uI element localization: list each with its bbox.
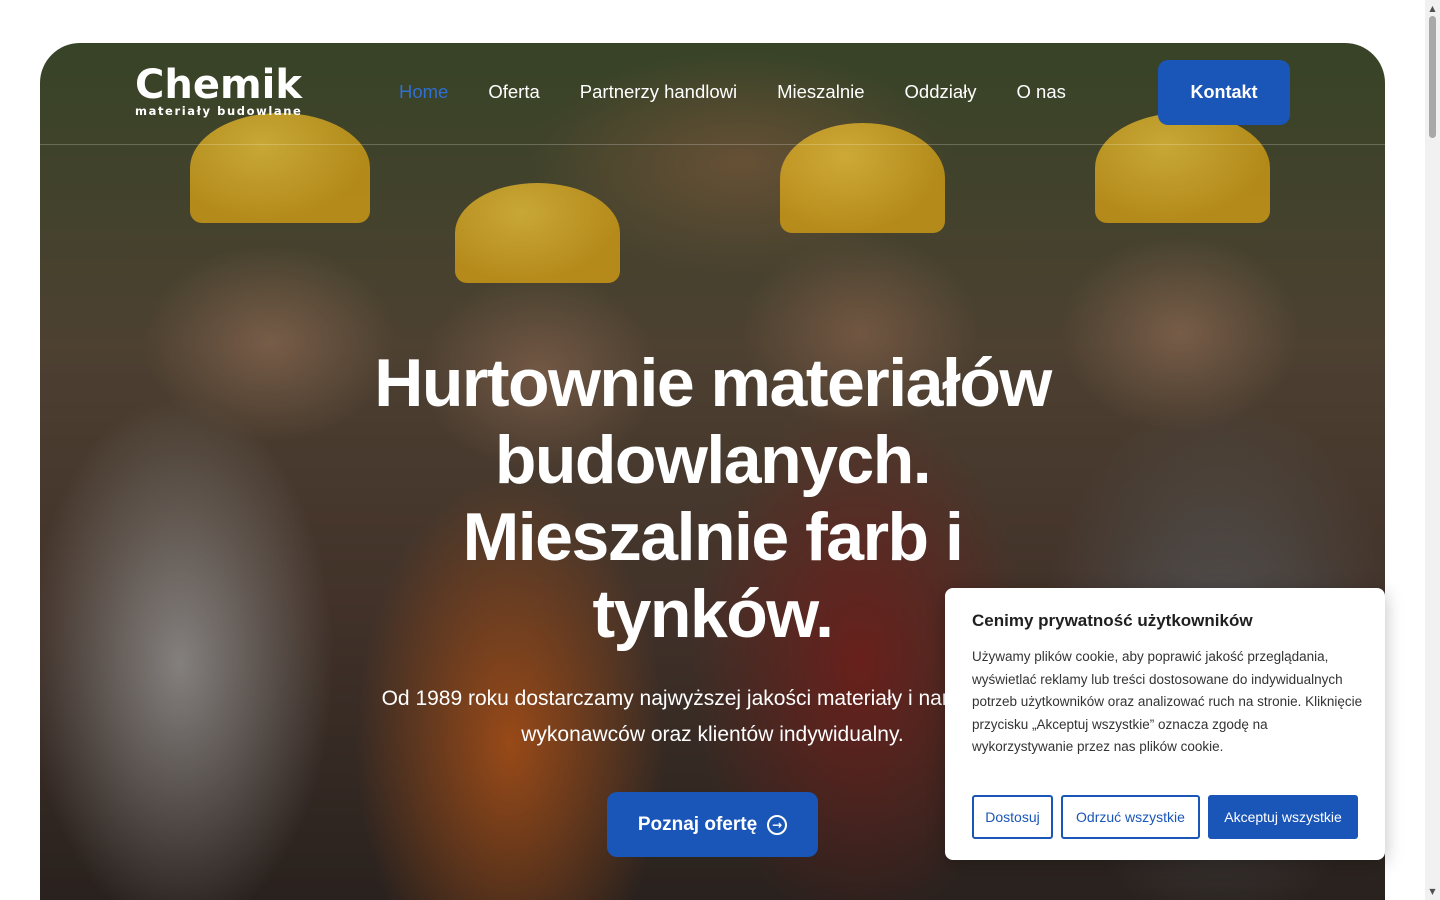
cookie-customize-button[interactable]: Dostosuj <box>972 795 1053 839</box>
contact-button[interactable]: Kontakt <box>1158 60 1290 125</box>
cookie-title: Cenimy prywatność użytkowników <box>972 611 1253 630</box>
nav-link-oferta[interactable]: Oferta <box>488 81 539 103</box>
nav-links: Home Oferta Partnerzy handlowi Mieszalni… <box>399 81 1066 103</box>
cookie-reject-button[interactable]: Odrzuć wszystkie <box>1061 795 1200 839</box>
headline-line: Mieszalnie farb i <box>462 499 964 575</box>
nav-link-partnerzy[interactable]: Partnerzy handlowi <box>580 81 737 103</box>
cookie-actions: Dostosuj Odrzuć wszystkie Akceptuj wszys… <box>972 795 1358 839</box>
main-navigation: Chemik materiały budowlane Home Oferta P… <box>40 43 1385 145</box>
scroll-up-arrow-icon[interactable]: ▲ <box>1428 4 1437 13</box>
nav-link-oddzialy[interactable]: Oddziały <box>905 81 977 103</box>
hardhat-decoration <box>455 183 620 283</box>
nav-link-mieszalnie[interactable]: Mieszalnie <box>777 81 864 103</box>
scrollbar-thumb[interactable] <box>1429 16 1436 138</box>
brand-logo[interactable]: Chemik materiały budowlane <box>135 65 302 117</box>
cookie-consent-banner: Cenimy prywatność użytkowników Używamy p… <box>945 588 1385 860</box>
explore-offer-label: Poznaj ofertę <box>637 813 758 835</box>
headline-line: budowlanych. <box>494 422 932 498</box>
nav-link-home[interactable]: Home <box>399 81 448 103</box>
cookie-accept-button[interactable]: Akceptuj wszystkie <box>1208 795 1358 839</box>
nav-link-o-nas[interactable]: O nas <box>1017 81 1066 103</box>
brand-name: Chemik <box>135 62 302 108</box>
scroll-down-arrow-icon[interactable]: ▼ <box>1428 887 1437 896</box>
headline-line: Hurtownie materiałów <box>374 345 1052 421</box>
brand-tagline: materiały budowlane <box>135 104 303 118</box>
cookie-description: Używamy plików cookie, aby poprawić jako… <box>972 649 1363 755</box>
explore-offer-button[interactable]: Poznaj ofertę → <box>607 792 818 857</box>
arrow-right-circle-icon: → <box>767 814 788 835</box>
page-scrollbar[interactable]: ▲ ▼ <box>1425 0 1440 900</box>
